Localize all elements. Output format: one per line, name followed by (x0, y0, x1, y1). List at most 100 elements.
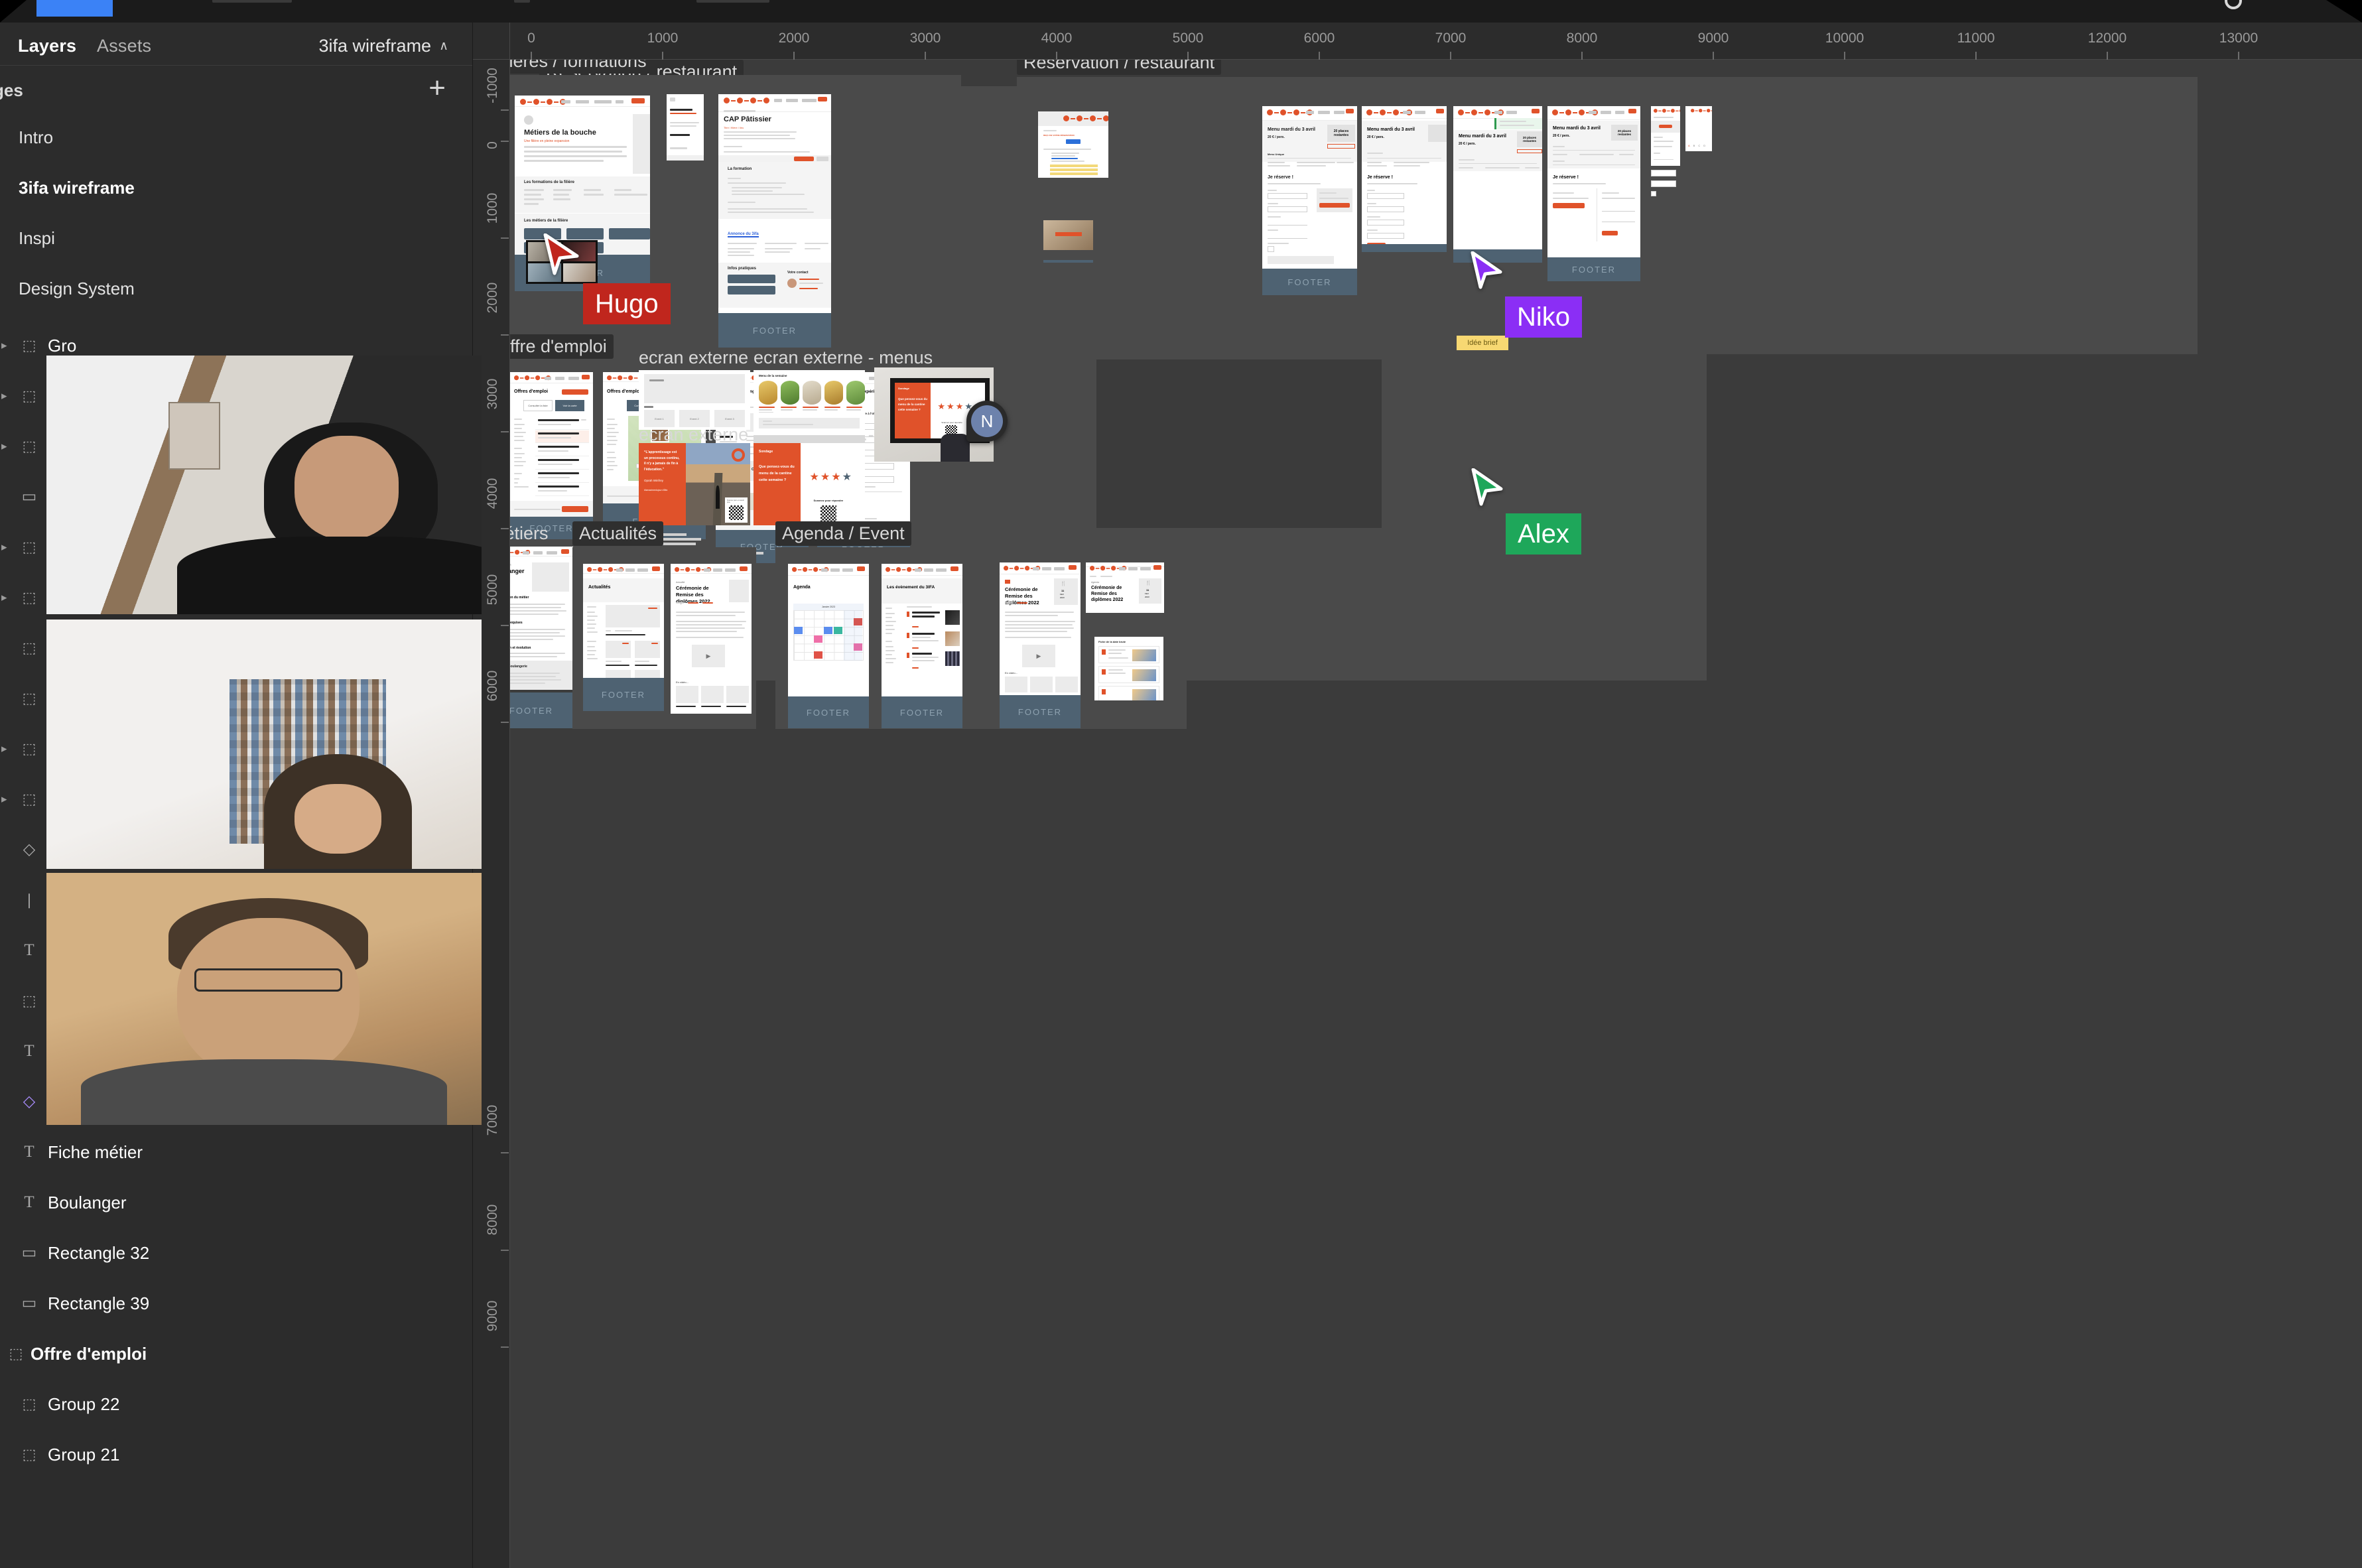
layer-row[interactable]: Boulanger (0, 1177, 472, 1228)
line-icon (17, 875, 41, 925)
frame-footer: FOOTER (882, 696, 962, 728)
ruler-tick-label: 6000 (1303, 31, 1335, 46)
frame-menu-title: Menu mardi du 3 avril (1459, 134, 1506, 139)
sondage-kicker: Sondage (759, 450, 773, 454)
ruler-tick-label: 4000 (485, 478, 500, 509)
frame-reservation-2[interactable]: Menu mardi du 3 avril 20 € / pers. Je ré… (1362, 106, 1447, 244)
sondage-question: Que pensez-vous du menu de la cantine ce… (759, 465, 795, 482)
disclosure-triangle-icon[interactable]: ▸ (1, 522, 7, 572)
frame-ceremonie-compact[interactable]: Agenda Cérémonie de Remise des diplômes … (1086, 562, 1164, 613)
frame-evenements-3ifa[interactable]: Les évènement du 3IFA (882, 564, 962, 696)
group-icon (17, 724, 41, 774)
ruler-tick-label: 7000 (1435, 31, 1467, 46)
frame-icon (4, 1329, 28, 1379)
group-icon (17, 976, 41, 1026)
quote-author: Oprah Winfrey (644, 479, 664, 482)
frame-reservation-1[interactable]: Menu mardi du 3 avril 20 € / pers. 20 pl… (1262, 106, 1357, 269)
section-title-agenda[interactable]: Agenda / Event (775, 521, 911, 546)
sticky-note-yellow[interactable]: Idée brief (1457, 336, 1508, 350)
video-tile-participant-3[interactable] (46, 873, 482, 1125)
frame-ceremonie-event[interactable]: Cérémonie de Remise des diplômes 2022 🍴 … (1000, 562, 1081, 695)
frame-offres-emploi-liste[interactable]: Offres d'emploi Consulter la liste Voir … (510, 372, 593, 501)
disclosure-triangle-icon[interactable]: ▸ (1, 774, 7, 824)
frame-icon (17, 774, 41, 824)
frame-heading: Les évènement du 3IFA (887, 585, 935, 590)
ruler-tick-label: 3000 (909, 31, 941, 46)
frame-reservation-3[interactable]: Menu mardi du 3 avril 20 € / pers. 20 pl… (1453, 106, 1542, 249)
disclosure-triangle-icon[interactable]: ▸ (1, 572, 7, 623)
disclosure-triangle-icon[interactable]: ▸ (1, 320, 7, 371)
section-title-ecran-menus[interactable]: ecran externe - menus (754, 348, 933, 368)
frame-ecran-externe[interactable]: Event 1 Event 2 Event 3 (639, 370, 750, 430)
tab-voir-carte[interactable]: Voir la carte (555, 400, 584, 411)
page-item-3ifa-wireframe[interactable]: 3ifa wireframe (0, 163, 472, 213)
toolbar-item-2[interactable] (514, 0, 530, 3)
frame-menu-title: Menu mardi du 3 avril (1367, 127, 1415, 132)
frame-actualites[interactable]: Actualités (583, 564, 664, 678)
toolbar-active-tool[interactable] (36, 0, 113, 17)
frame-ecran-phrase-du-jour[interactable]: “L'apprentissage est un processus contin… (639, 443, 750, 525)
pages-header: ges + (0, 66, 472, 112)
section-title-actualites[interactable]: Actualités (572, 521, 664, 546)
section-title-ecran-externe[interactable]: ecran externe (639, 348, 748, 368)
frame-icon (17, 371, 41, 421)
frame-cap-patissier-lower[interactable]: Annonce du 3ifa Infos pratiques Votre co… (718, 219, 831, 313)
page-selector[interactable]: 3ifa wireframe ∧ (319, 36, 448, 56)
frame-section-title: La formation (728, 167, 752, 171)
frame-reservation-4[interactable]: Menu mardi du 3 avril 20 € / pers. 20 pl… (1547, 106, 1640, 257)
page-selector-label: 3ifa wireframe (318, 36, 432, 56)
layer-row[interactable]: Group 21 (0, 1429, 472, 1480)
ruler-tick-label: 12000 (2087, 31, 2127, 46)
frame-ecran-menus[interactable]: Menu de la semaine (754, 370, 865, 435)
cursor-label-niko: Niko (1505, 296, 1583, 338)
tab-consulter-liste[interactable]: Consulter la liste (523, 400, 553, 411)
frame-agenda[interactable]: Agenda Janvier 2023 (788, 564, 869, 696)
frame-reserve-title: Je réserve ! (1268, 175, 1293, 180)
page-item-intro[interactable]: Intro (0, 112, 472, 163)
video-tile-participant-2[interactable] (46, 620, 482, 869)
frame-icon (17, 623, 41, 673)
layer-row-offre-demploi[interactable]: Offre d'emploi (0, 1329, 472, 1379)
page-item-design-system[interactable]: Design System (0, 263, 472, 314)
layer-row[interactable]: Group 22 (0, 1379, 472, 1429)
frame-email-reservation[interactable]: REÇU DE VOTRE RÉSERVATION (1038, 111, 1108, 178)
component-icon (17, 824, 41, 875)
frame-reservation-mobile-2[interactable]: AB CD (1685, 106, 1712, 151)
disclosure-triangle-icon[interactable]: ▸ (1, 371, 7, 421)
disclosure-triangle-icon[interactable]: ▸ (1, 421, 7, 472)
layer-row[interactable]: Rectangle 39 (0, 1278, 472, 1329)
frame-offres-liste-cta (510, 501, 593, 517)
ruler-tick-label: 11000 (1957, 31, 1995, 46)
video-tile-participant-1[interactable] (46, 356, 482, 614)
frame-footer: FOOTER (718, 313, 831, 348)
layer-label: Group 22 (48, 1394, 120, 1414)
ruler-tick-label: 1000 (647, 31, 679, 46)
frame-icon (17, 572, 41, 623)
frame-actus-list-card[interactable]: Fiche de la date brute (1094, 637, 1163, 700)
tab-assets[interactable]: Assets (97, 36, 151, 56)
page-item-inspi[interactable]: Inspi (0, 213, 472, 263)
layer-row[interactable]: Rectangle 32 (0, 1228, 472, 1278)
panel-tabs: Layers Assets 3ifa wireframe ∧ (0, 23, 472, 66)
frame-heading: Actualités (588, 585, 611, 590)
frame-block-title-2: Les métiers de la filière (524, 219, 568, 223)
toolbar-item-1[interactable] (212, 0, 292, 3)
frame-ceremonie-diplomes[interactable]: Actualité Cérémonie de Remise des diplôm… (671, 564, 752, 678)
group-icon (17, 320, 41, 371)
disclosure-triangle-icon[interactable]: ▸ (1, 724, 7, 774)
toolbar-item-3[interactable] (696, 0, 769, 3)
frame-menu-unique: Menu Unique (1268, 153, 1285, 156)
pages-label: ges (0, 80, 23, 100)
toolbar-avatar-circle[interactable] (2225, 0, 2242, 9)
frame-photo-restaurant[interactable] (1043, 220, 1093, 250)
ruler-tick-label: 0 (485, 141, 500, 149)
frame-heading: Offres d'emploi (514, 389, 549, 394)
frame-reservation-mobile-1[interactable] (1651, 106, 1680, 166)
frame-ecran-sondage[interactable]: Sondage Que pensez-vous du menu de la ca… (754, 443, 865, 525)
frame-mobile-filiere[interactable] (667, 94, 704, 161)
avatar-pin-n[interactable]: N (966, 401, 1008, 442)
add-page-button[interactable]: + (428, 74, 446, 103)
rating-stars[interactable]: ★★★★ (810, 472, 853, 483)
tab-layers[interactable]: Layers (18, 36, 76, 56)
frame-footer: FOOTER (1262, 269, 1357, 295)
